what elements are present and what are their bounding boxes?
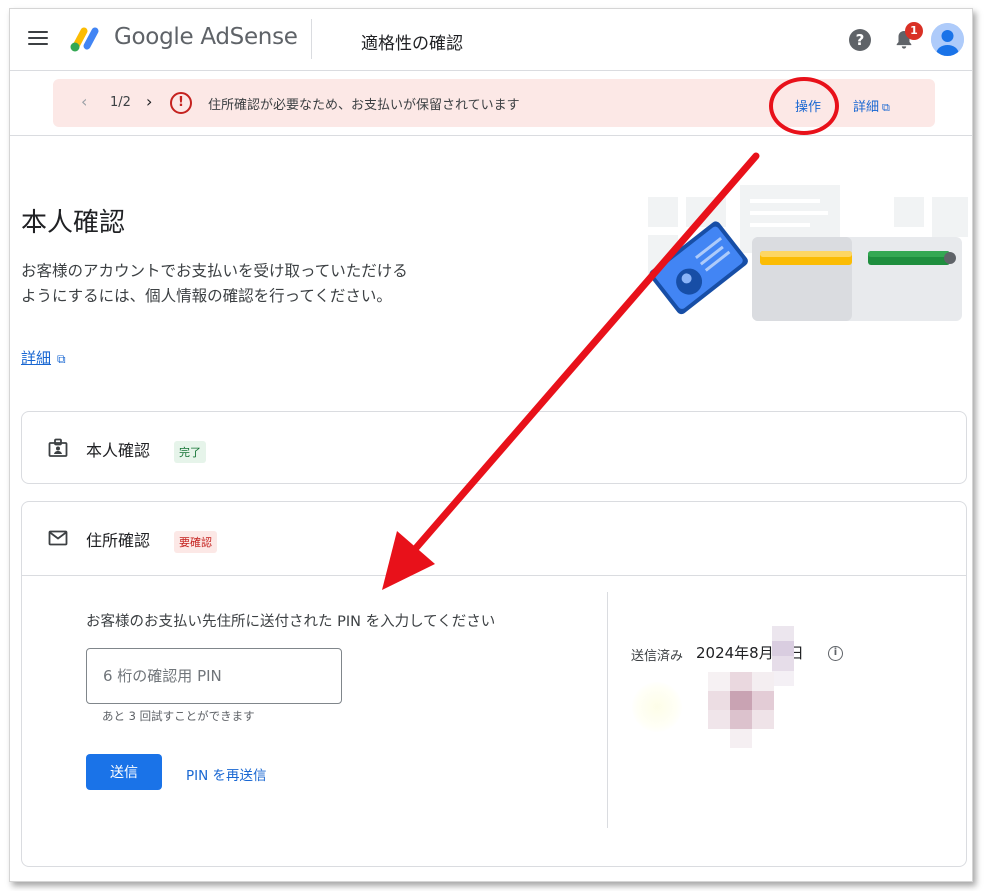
highlight-circle <box>769 77 839 135</box>
redaction-mosaic-glow <box>632 682 682 732</box>
identity-card-title: 本人確認 <box>86 441 151 460</box>
help-icon[interactable]: ? <box>849 29 871 51</box>
redaction-mosaic-address <box>708 672 774 748</box>
id-badge-icon <box>48 438 68 457</box>
verification-illustration <box>648 185 968 321</box>
top-app-bar: Google AdSense 適格性の確認 ? 1 <box>10 9 972 71</box>
notification-badge: 1 <box>905 22 923 40</box>
banner-details-label: 詳細 <box>853 100 880 115</box>
avatar-icon[interactable] <box>931 23 964 56</box>
redaction-mosaic-date <box>772 626 794 686</box>
address-verification-card: 住所確認 要確認 お客様のお支払い先住所に送付された PIN を入力してください… <box>21 501 967 867</box>
sent-label: 送信済み <box>631 649 684 664</box>
external-link-icon: ⧉ <box>57 352 66 366</box>
adsense-logo-icon[interactable] <box>68 24 104 54</box>
banner-details-link[interactable]: 詳細 ⧉ <box>853 96 890 115</box>
menu-icon[interactable] <box>28 31 48 47</box>
vertical-divider <box>607 592 608 828</box>
mail-icon <box>48 530 68 546</box>
page-title: 本人確認 <box>21 208 126 238</box>
card-divider <box>22 575 966 576</box>
banner-pager: 1/2 <box>110 95 131 110</box>
resend-pin-button[interactable]: PIN を再送信 <box>186 764 267 784</box>
attempts-remaining: あと 3 回試すことができます <box>102 709 255 723</box>
banner-divider <box>10 135 972 136</box>
info-icon[interactable]: i <box>828 646 843 661</box>
learn-more-label: 詳細 <box>21 349 52 367</box>
status-badge-required: 要確認 <box>174 531 217 553</box>
submit-button[interactable]: 送信 <box>86 754 162 790</box>
pin-instruction: お客様のお支払い先住所に送付された PIN を入力してください <box>86 614 496 630</box>
header-divider <box>311 19 312 59</box>
external-link-icon: ⧉ <box>882 101 890 114</box>
app-window: Google AdSense 適格性の確認 ? 1 ‹ 1/2 › ! 住所確認… <box>9 8 973 882</box>
page-description: お客様のアカウントでお支払いを受け取っていただけるようにするには、個人情報の確認… <box>21 262 408 305</box>
learn-more-link[interactable]: 詳細 ⧉ <box>21 347 66 368</box>
brand-name[interactable]: Google AdSense <box>114 24 298 50</box>
chevron-left-icon[interactable]: ‹ <box>81 92 87 111</box>
chevron-right-icon[interactable]: › <box>146 92 152 111</box>
banner-message: 住所確認が必要なため、お支払いが保留されています <box>208 98 520 113</box>
error-icon: ! <box>170 92 192 114</box>
identity-verification-card: 本人確認 完了 <box>21 411 967 484</box>
pin-input[interactable] <box>86 648 342 704</box>
address-card-title: 住所確認 <box>86 531 151 550</box>
status-badge-complete: 完了 <box>174 441 206 463</box>
page-heading: 適格性の確認 <box>361 34 463 54</box>
